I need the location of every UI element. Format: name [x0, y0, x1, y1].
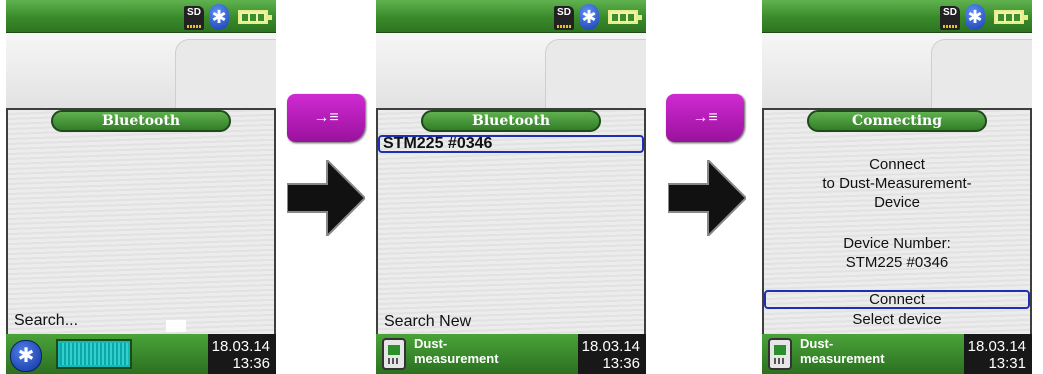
device-type-label: Dust- measurement	[800, 336, 885, 366]
screen-heading: Connecting	[807, 110, 987, 132]
device-number-value: STM225 #0346	[845, 254, 949, 271]
sd-card-icon: SD	[554, 6, 574, 30]
time-text: 13:31	[988, 355, 1026, 372]
date-text: 18.03.14	[581, 338, 640, 355]
battery-icon	[994, 10, 1028, 24]
enter-key-button[interactable]: →≡	[287, 94, 365, 142]
message-line: Device	[874, 194, 920, 211]
screen-bluetooth-search: SD ✱ Bluetooth Search... ✱ 18.03.14 13:3…	[6, 0, 276, 374]
battery-icon	[608, 10, 642, 24]
battery-icon	[238, 10, 272, 24]
arrow-right-icon	[287, 160, 365, 236]
screen-connecting: SD ✱ Connecting Connect to Dust-Measurem…	[762, 0, 1032, 374]
bluetooth-icon: ✱	[579, 4, 599, 30]
bluetooth-icon: ✱	[209, 4, 229, 30]
search-status-text: Search...	[14, 312, 79, 329]
search-progress-bar	[56, 339, 132, 369]
device-list-item[interactable]: STM225 #0346	[378, 135, 644, 153]
date-text: 18.03.14	[967, 338, 1026, 355]
measurement-device-icon	[768, 338, 792, 370]
enter-key-button[interactable]: →≡	[666, 94, 744, 142]
search-new-option[interactable]: Search New	[384, 313, 471, 331]
device-type-label: Dust- measurement	[414, 336, 499, 366]
bluetooth-icon: ✱	[10, 340, 42, 372]
status-bar: SD ✱	[762, 0, 1032, 33]
upper-panel	[376, 33, 646, 110]
bluetooth-icon: ✱	[965, 4, 985, 30]
content-panel	[6, 108, 276, 336]
datetime-display: 18.03.14 13:36	[578, 334, 646, 374]
time-text: 13:36	[602, 355, 640, 372]
date-text: 18.03.14	[211, 338, 270, 355]
search-indicator	[166, 320, 186, 332]
arrow-right-icon	[668, 160, 746, 236]
select-device-option[interactable]: Select device	[762, 311, 1032, 328]
sd-card-icon: SD	[940, 6, 960, 30]
device-number-label: Device Number:	[843, 235, 951, 252]
message-line: Connect	[869, 156, 925, 173]
status-bar: SD ✱	[376, 0, 646, 33]
upper-panel	[762, 33, 1032, 110]
screen-heading: Bluetooth	[51, 110, 231, 132]
message-line: to Dust-Measurement-	[822, 175, 972, 192]
screen-bluetooth-results: SD ✱ Bluetooth STM225 #0346 Search New D…	[376, 0, 646, 374]
datetime-display: 18.03.14 13:31	[964, 334, 1032, 374]
upper-panel	[6, 33, 276, 110]
measurement-device-icon	[382, 338, 406, 370]
sd-card-icon: SD	[184, 6, 204, 30]
status-bar: SD ✱	[6, 0, 276, 33]
screen-heading: Bluetooth	[421, 110, 601, 132]
connect-option[interactable]: Connect	[764, 290, 1030, 309]
datetime-display: 18.03.14 13:36	[208, 334, 276, 374]
time-text: 13:36	[232, 355, 270, 372]
